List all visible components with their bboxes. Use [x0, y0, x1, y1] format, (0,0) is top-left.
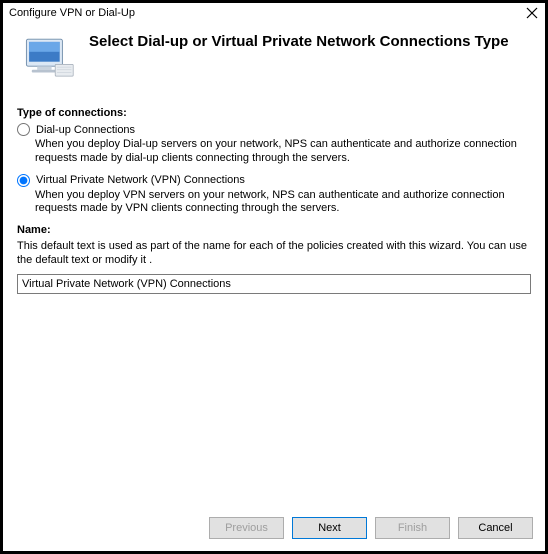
radio-vpn[interactable]: Virtual Private Network (VPN) Connection…	[17, 174, 531, 187]
wizard-header: Select Dial-up or Virtual Private Networ…	[3, 23, 545, 99]
radio-dialup-desc: When you deploy Dial-up servers on your …	[35, 138, 531, 166]
window-title: Configure VPN or Dial-Up	[9, 7, 135, 19]
radio-vpn-input[interactable]	[17, 174, 30, 187]
content-area: Type of connections: Dial-up Connections…	[3, 99, 545, 507]
close-icon	[526, 7, 538, 19]
radio-vpn-label: Virtual Private Network (VPN) Connection…	[36, 174, 245, 186]
name-description: This default text is used as part of the…	[17, 240, 531, 268]
monitor-icon	[21, 37, 75, 81]
radio-dialup-input[interactable]	[17, 123, 30, 136]
finish-button[interactable]: Finish	[375, 517, 450, 539]
radio-dialup-label: Dial-up Connections	[36, 124, 135, 136]
connections-legend: Type of connections:	[17, 107, 531, 119]
close-button[interactable]	[521, 4, 543, 22]
button-bar: Previous Next Finish Cancel	[3, 507, 545, 551]
titlebar: Configure VPN or Dial-Up	[3, 3, 545, 23]
radio-dialup[interactable]: Dial-up Connections	[17, 123, 531, 136]
radio-vpn-desc: When you deploy VPN servers on your netw…	[35, 189, 531, 217]
previous-button[interactable]: Previous	[209, 517, 284, 539]
wizard-window: Configure VPN or Dial-Up Select Dial-up …	[2, 2, 546, 552]
cancel-button[interactable]: Cancel	[458, 517, 533, 539]
page-title: Select Dial-up or Virtual Private Networ…	[89, 33, 509, 52]
name-label: Name:	[17, 224, 531, 236]
next-button[interactable]: Next	[292, 517, 367, 539]
name-input[interactable]	[17, 274, 531, 294]
